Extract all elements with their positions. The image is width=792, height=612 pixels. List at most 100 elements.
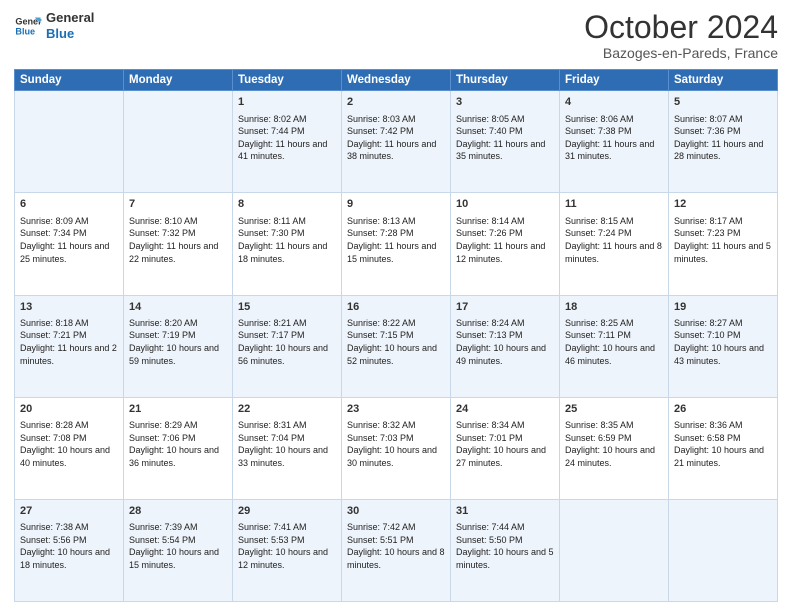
week-row-3: 13Sunrise: 8:18 AMSunset: 7:21 PMDayligh… xyxy=(15,295,778,397)
calendar-cell xyxy=(124,91,233,193)
day-info: Daylight: 11 hours and 18 minutes. xyxy=(238,240,336,265)
day-number: 5 xyxy=(674,95,772,110)
day-info: Daylight: 10 hours and 46 minutes. xyxy=(565,342,663,367)
day-number: 30 xyxy=(347,504,445,519)
day-info: Sunrise: 8:34 AM xyxy=(456,419,554,432)
calendar-cell: 16Sunrise: 8:22 AMSunset: 7:15 PMDayligh… xyxy=(342,295,451,397)
day-info: Sunset: 7:30 PM xyxy=(238,227,336,240)
day-number: 2 xyxy=(347,95,445,110)
weekday-header-friday: Friday xyxy=(560,70,669,91)
calendar-cell: 12Sunrise: 8:17 AMSunset: 7:23 PMDayligh… xyxy=(669,193,778,295)
day-info: Sunset: 7:36 PM xyxy=(674,125,772,138)
day-info: Daylight: 10 hours and 36 minutes. xyxy=(129,444,227,469)
day-info: Sunrise: 8:13 AM xyxy=(347,215,445,228)
logo-icon: General Blue xyxy=(14,12,42,40)
calendar-cell: 20Sunrise: 8:28 AMSunset: 7:08 PMDayligh… xyxy=(15,397,124,499)
calendar-cell: 11Sunrise: 8:15 AMSunset: 7:24 PMDayligh… xyxy=(560,193,669,295)
calendar-cell: 17Sunrise: 8:24 AMSunset: 7:13 PMDayligh… xyxy=(451,295,560,397)
calendar-cell: 14 Sunrise: 8:20 AMSunset: 7:19 PMDayligh… xyxy=(124,295,233,397)
day-info: Sunrise: 8:11 AM xyxy=(238,215,336,228)
day-info: Sunrise: 8:02 AM xyxy=(238,113,336,126)
day-info: Daylight: 11 hours and 12 minutes. xyxy=(456,240,554,265)
weekday-header-row: SundayMondayTuesdayWednesdayThursdayFrid… xyxy=(15,70,778,91)
calendar-cell: 18Sunrise: 8:25 AMSunset: 7:11 PMDayligh… xyxy=(560,295,669,397)
calendar-cell: 23Sunrise: 8:32 AMSunset: 7:03 PMDayligh… xyxy=(342,397,451,499)
day-info: Daylight: 11 hours and 41 minutes. xyxy=(238,138,336,163)
day-info: Sunrise: 7:38 AM xyxy=(20,521,118,534)
week-row-4: 20Sunrise: 8:28 AMSunset: 7:08 PMDayligh… xyxy=(15,397,778,499)
day-number: 26 xyxy=(674,402,772,417)
location: Bazoges-en-Pareds, France xyxy=(584,45,778,61)
day-info: Sunrise: 8:15 AM xyxy=(565,215,663,228)
day-info: Sunset: 7:04 PM xyxy=(238,432,336,445)
day-info: Daylight: 10 hours and 18 minutes. xyxy=(20,546,118,571)
day-info: Daylight: 11 hours and 25 minutes. xyxy=(20,240,118,265)
day-info: Sunrise: 8:29 AM xyxy=(129,419,227,432)
calendar-cell: 4Sunrise: 8:06 AMSunset: 7:38 PMDaylight… xyxy=(560,91,669,193)
day-info: Sunrise: 8:27 AM xyxy=(674,317,772,330)
day-info: Sunset: 7:24 PM xyxy=(565,227,663,240)
day-number: 8 xyxy=(238,197,336,212)
calendar-cell: 15Sunrise: 8:21 AMSunset: 7:17 PMDayligh… xyxy=(233,295,342,397)
week-row-2: 6Sunrise: 8:09 AMSunset: 7:34 PMDaylight… xyxy=(15,193,778,295)
day-info: Sunset: 7:01 PM xyxy=(456,432,554,445)
calendar-cell: 26Sunrise: 8:36 AMSunset: 6:58 PMDayligh… xyxy=(669,397,778,499)
day-info: Daylight: 11 hours and 35 minutes. xyxy=(456,138,554,163)
day-info: Daylight: 10 hours and 33 minutes. xyxy=(238,444,336,469)
day-info: Daylight: 10 hours and 59 minutes. xyxy=(129,342,227,367)
day-info: Sunrise: 8:22 AM xyxy=(347,317,445,330)
day-number: 23 xyxy=(347,402,445,417)
day-info: Sunrise: 7:42 AM xyxy=(347,521,445,534)
day-info: Daylight: 11 hours and 5 minutes. xyxy=(674,240,772,265)
day-info: Sunset: 5:51 PM xyxy=(347,534,445,547)
calendar-cell: 3Sunrise: 8:05 AMSunset: 7:40 PMDaylight… xyxy=(451,91,560,193)
day-info: Sunset: 5:56 PM xyxy=(20,534,118,547)
day-info: Sunrise: 8:36 AM xyxy=(674,419,772,432)
day-info: Sunrise: 8:20 AM xyxy=(129,317,227,330)
day-info: Sunset: 7:13 PM xyxy=(456,329,554,342)
day-info: Sunrise: 8:24 AM xyxy=(456,317,554,330)
day-info: Sunrise: 8:21 AM xyxy=(238,317,336,330)
day-info: Sunrise: 8:05 AM xyxy=(456,113,554,126)
calendar-cell: 5Sunrise: 8:07 AMSunset: 7:36 PMDaylight… xyxy=(669,91,778,193)
day-number: 15 xyxy=(238,300,336,315)
day-number: 25 xyxy=(565,402,663,417)
weekday-header-monday: Monday xyxy=(124,70,233,91)
calendar-cell: 7Sunrise: 8:10 AMSunset: 7:32 PMDaylight… xyxy=(124,193,233,295)
day-number: 13 xyxy=(20,300,118,315)
day-info: Daylight: 10 hours and 49 minutes. xyxy=(456,342,554,367)
weekday-header-sunday: Sunday xyxy=(15,70,124,91)
day-info: Daylight: 10 hours and 30 minutes. xyxy=(347,444,445,469)
day-info: Daylight: 10 hours and 40 minutes. xyxy=(20,444,118,469)
weekday-header-tuesday: Tuesday xyxy=(233,70,342,91)
weekday-header-saturday: Saturday xyxy=(669,70,778,91)
day-info: Sunrise: 8:35 AM xyxy=(565,419,663,432)
day-info: Sunrise: 8:28 AM xyxy=(20,419,118,432)
day-number: 14 xyxy=(129,300,227,315)
day-number: 10 xyxy=(456,197,554,212)
day-info: Daylight: 10 hours and 8 minutes. xyxy=(347,546,445,571)
day-number: 4 xyxy=(565,95,663,110)
day-info: Sunrise: 7:41 AM xyxy=(238,521,336,534)
day-info: Daylight: 11 hours and 15 minutes. xyxy=(347,240,445,265)
calendar-cell xyxy=(15,91,124,193)
calendar-cell: 25Sunrise: 8:35 AMSunset: 6:59 PMDayligh… xyxy=(560,397,669,499)
day-info: Sunset: 7:26 PM xyxy=(456,227,554,240)
day-info: Daylight: 10 hours and 56 minutes. xyxy=(238,342,336,367)
day-number: 6 xyxy=(20,197,118,212)
day-info: Sunrise: 7:39 AM xyxy=(129,521,227,534)
day-info: Sunset: 7:32 PM xyxy=(129,227,227,240)
day-number: 9 xyxy=(347,197,445,212)
day-number: 18 xyxy=(565,300,663,315)
logo: General Blue General Blue xyxy=(14,10,94,41)
day-info: Sunset: 7:03 PM xyxy=(347,432,445,445)
day-info: Daylight: 10 hours and 43 minutes. xyxy=(674,342,772,367)
calendar-cell xyxy=(560,499,669,601)
day-number: 31 xyxy=(456,504,554,519)
day-info: Sunset: 7:23 PM xyxy=(674,227,772,240)
day-number: 7 xyxy=(129,197,227,212)
day-info: Sunset: 7:19 PM xyxy=(129,329,227,342)
logo-line1: General xyxy=(46,10,94,26)
day-number: 16 xyxy=(347,300,445,315)
calendar-cell: 2Sunrise: 8:03 AMSunset: 7:42 PMDaylight… xyxy=(342,91,451,193)
